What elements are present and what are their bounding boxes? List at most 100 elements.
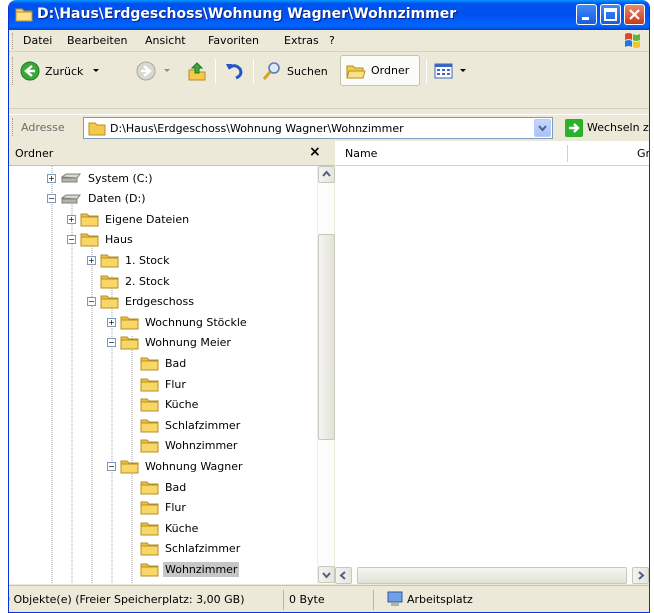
toolbar-separator (426, 59, 427, 83)
chevron-right-icon (638, 571, 645, 580)
folder-icon (120, 460, 139, 474)
folder-icon (120, 316, 139, 330)
tree-item-label: Küche (165, 521, 199, 535)
file-list[interactable] (335, 166, 649, 584)
tree-item[interactable]: Schlafzimmer (127, 415, 242, 435)
close-icon[interactable]: × (309, 144, 321, 160)
undo-button[interactable] (223, 56, 249, 86)
folder-icon (140, 522, 159, 536)
up-button[interactable] (186, 56, 212, 86)
folder-tree: + System (C:) − Daten (D:) + Eigene Dateien − H… (9, 166, 317, 584)
back-arrow-icon (20, 61, 40, 81)
folders-label: Ordner (371, 64, 410, 77)
close-button[interactable] (624, 4, 645, 25)
tree-item[interactable]: Bad (127, 477, 188, 497)
scroll-right-button[interactable] (632, 567, 649, 584)
folder-icon (140, 398, 159, 412)
folder-icon (120, 336, 139, 350)
tree-item[interactable]: + Eigene Dateien (67, 209, 191, 229)
folder-icon (140, 419, 159, 433)
tree-item-label: Wohnung Meier (145, 336, 231, 350)
go-arrow-icon[interactable] (565, 119, 583, 137)
status-location: Arbeitsplatz (407, 593, 473, 606)
expand-icon[interactable]: + (47, 173, 56, 183)
expand-icon[interactable]: + (67, 214, 76, 224)
folder-icon (140, 378, 159, 391)
tree-item[interactable]: Bad (127, 353, 188, 373)
tree-item[interactable]: − Erdgeschoss (87, 292, 196, 312)
scroll-left-button[interactable] (335, 567, 352, 584)
collapse-icon[interactable]: − (67, 235, 76, 245)
tree-item[interactable]: Wohnzimmer (127, 436, 239, 456)
tree-item[interactable]: Flur (127, 498, 188, 518)
folder-icon (100, 275, 119, 288)
views-icon (434, 63, 453, 79)
menu-favoriten[interactable]: Favoriten (208, 34, 259, 47)
tree-item[interactable]: Küche (127, 518, 200, 538)
tree-item-label: Küche (165, 398, 199, 412)
tree-item[interactable]: Flur (127, 374, 188, 394)
tree-item[interactable]: Schlafzimmer (127, 539, 242, 559)
tree-item[interactable]: Wohnzimmer (127, 559, 240, 579)
tree-vertical-scrollbar[interactable] (317, 166, 335, 584)
column-name[interactable]: Name (345, 147, 377, 160)
chevron-down-icon (460, 69, 466, 72)
maximize-icon (604, 8, 617, 21)
folders-button[interactable]: Ordner (340, 55, 420, 86)
expand-icon[interactable]: + (87, 255, 96, 265)
maximize-button[interactable] (600, 4, 621, 25)
tree-item[interactable]: − Wohnung Meier (107, 333, 233, 353)
collapse-icon[interactable]: − (47, 194, 56, 204)
tree-item[interactable]: +1. Stock (87, 250, 171, 270)
menu-help[interactable]: ? (329, 34, 335, 47)
folder-icon (140, 501, 159, 515)
column-divider[interactable] (567, 145, 568, 162)
views-button[interactable] (433, 56, 467, 86)
folder-icon (80, 213, 99, 227)
tree-item-label: Erdgeschoss (125, 295, 194, 309)
chevron-down-icon (538, 125, 547, 132)
minimize-button[interactable] (576, 4, 597, 25)
collapse-icon[interactable]: − (107, 338, 116, 348)
collapse-icon[interactable]: − (107, 461, 116, 471)
menu-ansicht[interactable]: Ansicht (145, 34, 186, 47)
menu-extras[interactable]: Extras (284, 34, 319, 47)
tree-item-label: Bad (165, 356, 187, 370)
address-input[interactable]: D:\Haus\Erdgeschoss\Wohnung Wagner\Wohnz… (83, 117, 553, 139)
menu-datei[interactable]: Datei (23, 34, 52, 47)
expand-icon[interactable]: + (107, 317, 116, 327)
column-header: Name Gr (335, 141, 649, 166)
tree-item-label: Flur (165, 377, 186, 391)
folder-icon (140, 481, 159, 494)
status-bar: 0 Objekte(e) (Freier Speicherplatz: 3,00… (9, 585, 649, 612)
address-dropdown-button[interactable] (534, 119, 551, 137)
scroll-down-button[interactable] (318, 566, 335, 583)
title-bar[interactable]: D:\Haus\Erdgeschoss\Wohnung Wagner\Wohnz… (9, 0, 649, 30)
tree-item[interactable]: + Wochnung Stöckle (107, 312, 249, 332)
undo-icon (226, 64, 243, 80)
tree-item[interactable]: − Daten (D:) (47, 189, 148, 209)
tree-item[interactable]: − Haus (67, 230, 135, 250)
forward-button[interactable] (135, 56, 173, 86)
drive-icon (60, 194, 81, 204)
tree-item[interactable]: 2. Stock (87, 271, 171, 291)
menu-bearbeiten[interactable]: Bearbeiten (67, 34, 127, 47)
go-button[interactable]: Wechseln zu (587, 121, 649, 134)
minimize-icon (582, 17, 589, 20)
chevron-down-icon (322, 572, 331, 579)
tree-item[interactable]: Küche (127, 395, 200, 415)
search-label: Suchen (287, 64, 328, 78)
tree-item[interactable]: − Wohnung Wagner (107, 456, 245, 476)
scroll-thumb[interactable] (357, 567, 627, 584)
column-size[interactable]: Gr (637, 147, 649, 160)
scroll-thumb[interactable] (318, 234, 335, 440)
file-list-horizontal-scrollbar[interactable] (335, 567, 649, 584)
address-bar: Adresse D:\Haus\Erdgeschoss\Wohnung Wagn… (9, 114, 649, 140)
folder-icon (140, 563, 159, 577)
collapse-icon[interactable]: − (87, 297, 96, 307)
back-button[interactable]: Zurück (19, 56, 103, 86)
tree-item[interactable]: + System (C:) (47, 168, 155, 188)
tree-item-label: System (C:) (88, 171, 153, 185)
search-button[interactable]: Suchen (261, 56, 328, 86)
scroll-up-button[interactable] (318, 166, 335, 183)
